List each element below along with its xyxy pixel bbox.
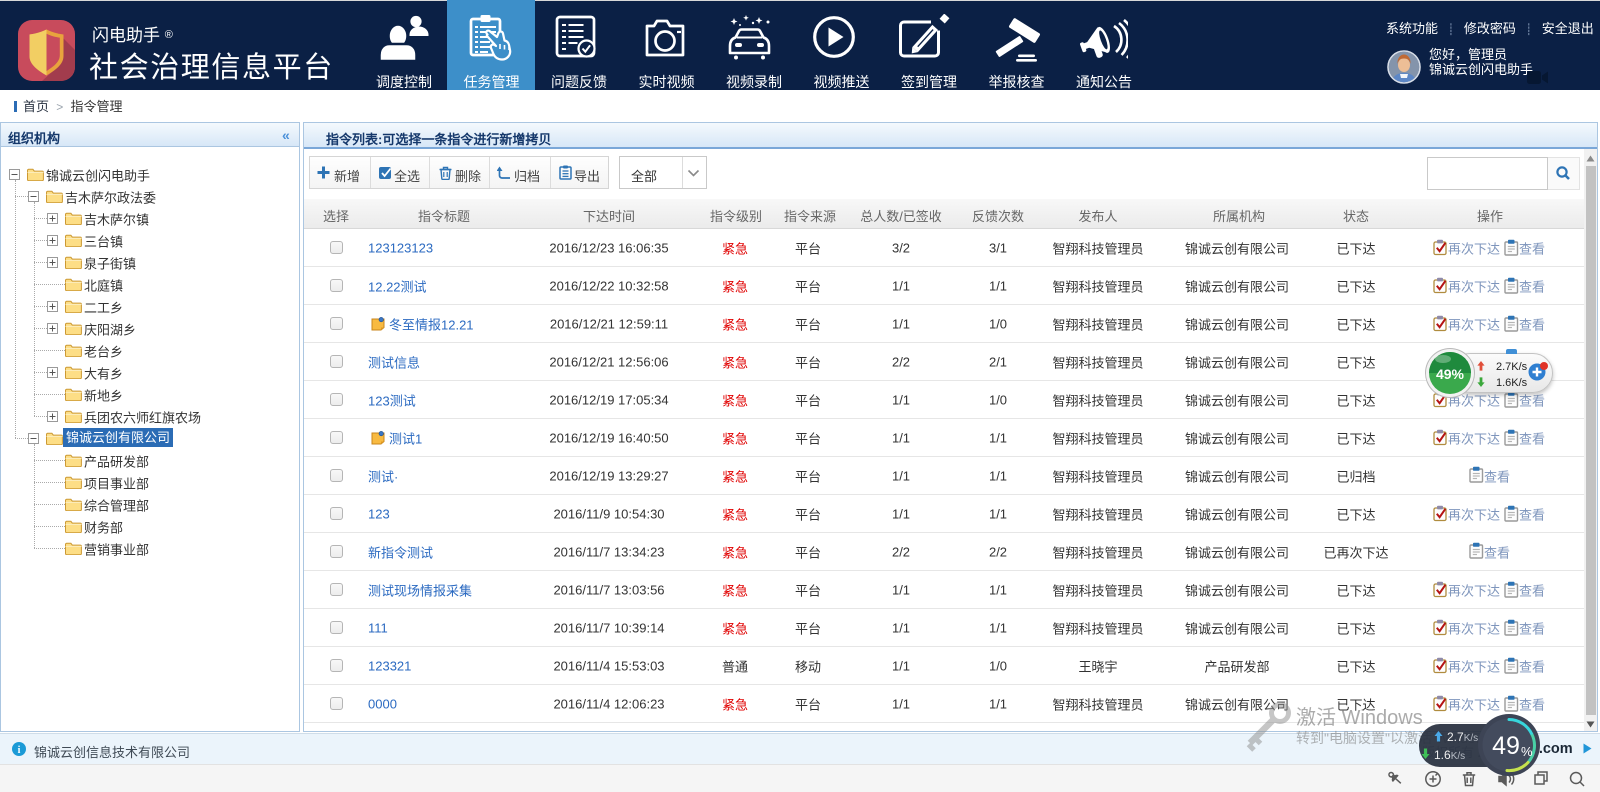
svg-text:%: % (1521, 744, 1533, 759)
svg-text:49: 49 (1492, 732, 1520, 760)
svg-text:49%: 49% (1436, 366, 1465, 382)
svg-text:i: i (18, 745, 21, 756)
